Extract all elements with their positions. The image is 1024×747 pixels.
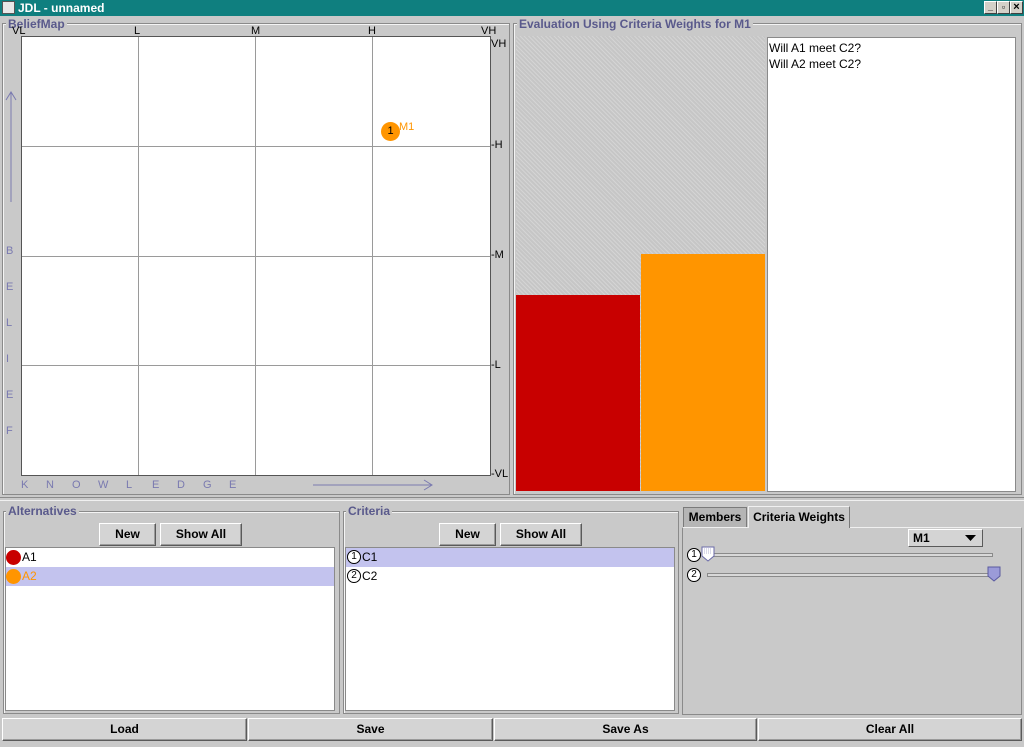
evaluation-question: Will A2 meet C2? (769, 57, 862, 71)
belief-axis-letter: B (6, 245, 14, 257)
title-bar: JDL - unnamed _ ▫ × (0, 0, 1024, 16)
criterion-label: C1 (362, 550, 378, 564)
member-marker-label: M1 (399, 121, 415, 133)
evaluation-question-list: Will A1 meet C2? Will A2 meet C2? (767, 37, 1016, 492)
criteria-new-button[interactable]: New (439, 523, 496, 546)
weight-slider-thumb[interactable] (701, 546, 715, 562)
save-as-button[interactable]: Save As (494, 718, 757, 741)
belief-axis-letter: I (6, 353, 10, 365)
tab-criteria-weights[interactable]: Criteria Weights (748, 506, 850, 528)
tick-top-m: M (251, 25, 261, 37)
criterion-number-badge: 2 (347, 569, 361, 583)
alternatives-title: Alternatives (6, 504, 79, 518)
tab-members[interactable]: Members (683, 507, 747, 527)
tick-right-vl: -VL (491, 468, 509, 480)
criteria-list[interactable]: 1 C1 2 C2 (345, 547, 675, 711)
alternatives-show-all-button[interactable]: Show All (160, 523, 242, 546)
member-select[interactable]: M1 (908, 529, 983, 547)
knowledge-axis-letter: G (203, 479, 212, 491)
weight-slider-number: 1 (687, 548, 701, 562)
knowledge-axis-letter: L (126, 479, 133, 491)
close-button[interactable]: × (1010, 1, 1023, 14)
evaluation-bar-a1 (516, 295, 640, 491)
tick-right-h: -H (491, 139, 503, 151)
belief-axis-letter: F (6, 425, 13, 437)
alternative-item[interactable]: A1 (6, 548, 334, 567)
grid-line (22, 256, 490, 257)
alternative-label: A1 (22, 550, 37, 564)
alternatives-new-button[interactable]: New (99, 523, 156, 546)
knowledge-axis-letter: K (21, 479, 29, 491)
knowledge-axis-letter: D (177, 479, 185, 491)
tick-top-l: L (134, 25, 141, 37)
minimize-button[interactable]: _ (984, 1, 997, 14)
criteria-show-all-button[interactable]: Show All (500, 523, 582, 546)
evaluation-title: Evaluation Using Criteria Weights for M1 (517, 17, 753, 31)
knowledge-axis-letter: O (72, 479, 81, 491)
tick-top-vh: VH (481, 25, 497, 37)
knowledge-axis-letter: W (98, 479, 109, 491)
tick-top-vl: VL (12, 25, 26, 37)
tick-right-vh: VH (491, 38, 507, 50)
evaluation-bar-a2 (641, 254, 765, 491)
belief-axis-letter: L (6, 317, 13, 329)
criterion-item[interactable]: 2 C2 (346, 567, 674, 586)
belief-map-plot[interactable]: 1 M1 (21, 36, 491, 476)
belief-axis-letter: E (6, 389, 14, 401)
belief-axis-letter: E (6, 281, 14, 293)
window-title: JDL - unnamed (18, 1, 105, 15)
grid-line (22, 146, 490, 147)
alternative-color-dot (6, 550, 21, 565)
app-icon (2, 1, 15, 14)
load-button[interactable]: Load (2, 718, 247, 741)
tick-right-l: -L (491, 359, 501, 371)
tick-right-m: -M (491, 249, 504, 261)
maximize-button[interactable]: ▫ (997, 1, 1010, 14)
knowledge-axis-letter: E (229, 479, 237, 491)
grid-line (22, 365, 490, 366)
alternatives-list[interactable]: A1 A2 (5, 547, 335, 711)
weight-slider-track[interactable] (707, 553, 993, 557)
member-marker[interactable]: 1 (381, 122, 400, 141)
criterion-item[interactable]: 1 C1 (346, 548, 674, 567)
criteria-title: Criteria (346, 504, 393, 518)
criterion-label: C2 (362, 569, 378, 583)
tick-top-h: H (368, 25, 376, 37)
evaluation-question: Will A1 meet C2? (769, 41, 862, 55)
split-divider[interactable] (0, 497, 1024, 501)
knowledge-axis-letter: N (46, 479, 54, 491)
weight-slider-track[interactable] (707, 573, 993, 577)
member-select-value: M1 (913, 531, 930, 545)
weight-slider-thumb[interactable] (987, 566, 1001, 582)
alternative-item[interactable]: A2 (6, 567, 334, 586)
knowledge-axis-arrow-icon (313, 479, 433, 491)
save-button[interactable]: Save (248, 718, 493, 741)
alternative-label: A2 (22, 569, 37, 583)
belief-axis-arrow-icon (5, 91, 17, 202)
alternative-color-dot (6, 569, 21, 584)
criterion-number-badge: 1 (347, 550, 361, 564)
weight-slider-number: 2 (687, 568, 701, 582)
knowledge-axis-letter: E (152, 479, 160, 491)
clear-all-button[interactable]: Clear All (758, 718, 1022, 741)
chevron-down-icon (965, 535, 976, 541)
evaluation-bar-chart (516, 36, 765, 491)
